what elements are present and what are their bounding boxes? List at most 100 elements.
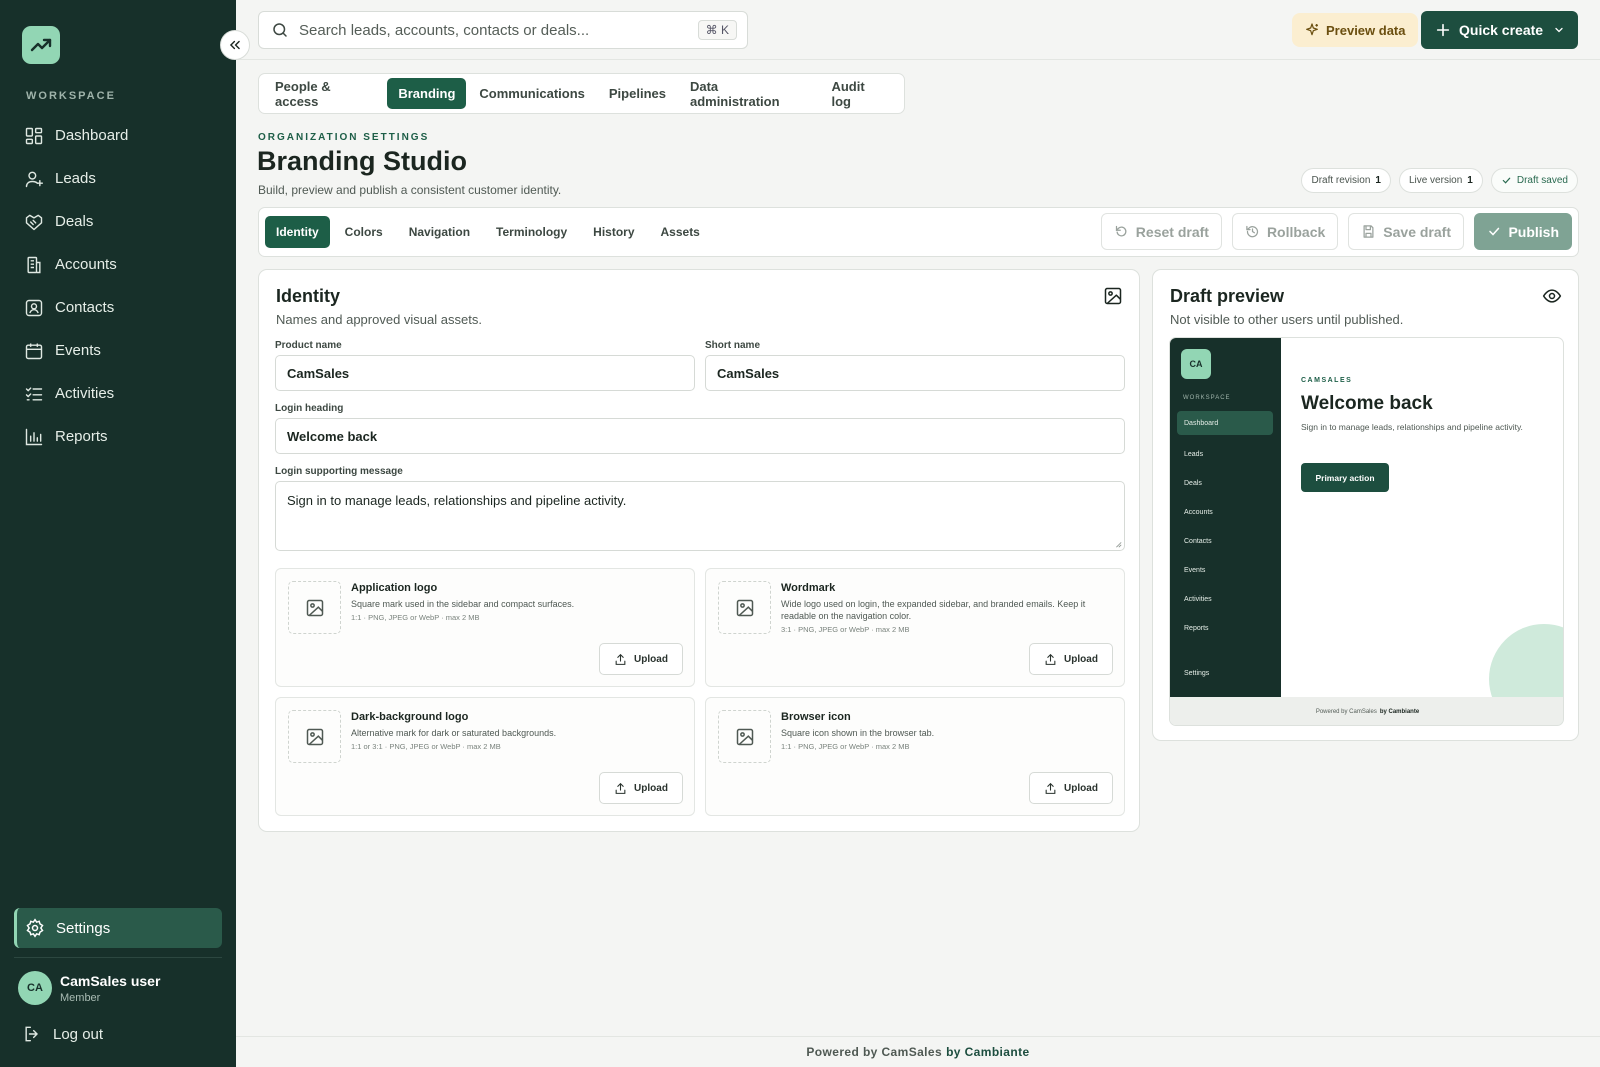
eye-icon[interactable] — [1542, 286, 1562, 306]
footer-brand[interactable]: by Cambiante — [946, 1045, 1030, 1059]
preview-primary-action: Primary action — [1301, 463, 1389, 492]
image-placeholder-icon — [306, 728, 323, 745]
subtab-assets[interactable]: Assets — [650, 216, 711, 248]
subtab-terminology[interactable]: Terminology — [485, 216, 578, 248]
history-icon — [1246, 225, 1259, 238]
upload-button[interactable]: Upload — [1029, 643, 1113, 675]
preview-data-button[interactable]: Preview data — [1292, 13, 1418, 47]
upload-label: Upload — [1064, 653, 1098, 665]
asset-description: Square mark used in the sidebar and comp… — [351, 599, 575, 609]
page-footer: Powered by CamSales by Cambiante — [236, 1036, 1600, 1067]
upload-button[interactable]: Upload — [1029, 772, 1113, 804]
upload-label: Upload — [634, 653, 668, 665]
asset-application-logo: Application logo Square mark used in the… — [275, 568, 695, 687]
sidebar-item-dashboard[interactable]: Dashboard — [14, 114, 222, 157]
upload-button[interactable]: Upload — [599, 643, 683, 675]
subtab-identity[interactable]: Identity — [265, 216, 330, 248]
sidebar-item-settings[interactable]: Settings — [14, 908, 222, 948]
asset-thumbnail — [288, 710, 341, 763]
tab-pipelines[interactable]: Pipelines — [598, 78, 677, 109]
sidebar-nav: Dashboard Leads Deals Accounts Contacts … — [14, 114, 222, 458]
sidebar-item-label: Dashboard — [55, 127, 129, 144]
sidebar-item-deals[interactable]: Deals — [14, 200, 222, 243]
tab-branding[interactable]: Branding — [387, 78, 467, 109]
preview-nav-item: Activities — [1184, 596, 1212, 603]
publish-label: Publish — [1508, 223, 1559, 240]
logout-button[interactable]: Log out — [22, 1024, 103, 1044]
gear-icon — [26, 918, 44, 938]
image-icon — [1104, 287, 1122, 305]
draft-revision-value: 1 — [1375, 175, 1381, 186]
draft-preview-card: Draft preview Not visible to other users… — [1152, 269, 1579, 741]
draft-revision-badge: Draft revision 1 — [1301, 168, 1391, 193]
resize-handle-icon[interactable] — [1114, 540, 1122, 548]
logout-label: Log out — [53, 1025, 104, 1043]
search-placeholder: Search leads, accounts, contacts or deal… — [299, 21, 590, 39]
subtab-colors[interactable]: Colors — [334, 216, 394, 248]
tab-communications[interactable]: Communications — [468, 78, 595, 109]
collapse-sidebar-button[interactable] — [220, 30, 250, 60]
search-shortcut: ⌘ K — [697, 20, 737, 40]
preview-workspace-label: WORKSPACE — [1183, 395, 1231, 401]
preview-nav-item: Events — [1184, 567, 1206, 574]
chevrons-left-icon — [229, 40, 240, 50]
check-icon — [1502, 177, 1511, 184]
subtab-navigation[interactable]: Navigation — [398, 216, 481, 248]
sidebar-item-label: Deals — [55, 213, 94, 230]
preview-heading: Welcome back — [1301, 393, 1433, 414]
identity-card: Identity Names and approved visual asset… — [258, 269, 1140, 832]
page-title: Branding Studio — [257, 146, 467, 176]
sidebar-item-accounts[interactable]: Accounts — [14, 243, 222, 286]
upload-button[interactable]: Upload — [599, 772, 683, 804]
asset-meta: 3:1 · PNG, JPEG or WebP · max 2 MB — [781, 625, 910, 634]
subtab-history[interactable]: History — [582, 216, 645, 248]
sidebar-item-activities[interactable]: Activities — [14, 372, 222, 415]
preview-nav: Dashboard Leads Deals Accounts Contacts … — [1177, 411, 1273, 643]
rollback-label: Rollback — [1266, 223, 1326, 240]
tab-data-administration[interactable]: Data administration — [679, 78, 819, 109]
user-profile[interactable]: CA CamSales user Member — [18, 971, 160, 1005]
sidebar-divider — [14, 957, 222, 958]
product-name-field[interactable]: CamSales — [275, 355, 695, 391]
search-input[interactable]: Search leads, accounts, contacts or deal… — [258, 11, 748, 49]
draft-saved-badge: Draft saved — [1490, 168, 1578, 193]
sidebar-item-reports[interactable]: Reports — [14, 415, 222, 458]
upload-icon — [615, 782, 626, 794]
save-draft-label: Save draft — [1383, 223, 1451, 240]
preview-message: Sign in to manage leads, relationships a… — [1301, 422, 1523, 432]
login-message-textarea[interactable]: Sign in to manage leads, relationships a… — [275, 481, 1125, 551]
app-logo[interactable] — [22, 26, 60, 64]
tab-audit-log[interactable]: Audit log — [820, 78, 897, 109]
sidebar-item-contacts[interactable]: Contacts — [14, 286, 222, 329]
rollback-button[interactable]: Rollback — [1231, 213, 1339, 250]
login-heading-field[interactable]: Welcome back — [275, 418, 1125, 454]
tab-people-access[interactable]: People & access — [264, 78, 385, 109]
draft-preview-subtitle: Not visible to other users until publish… — [1170, 312, 1404, 327]
quick-create-label: Quick create — [1459, 22, 1544, 38]
user-role: Member — [60, 991, 101, 1004]
user-name: CamSales user — [60, 972, 161, 989]
preview-data-label: Preview data — [1326, 22, 1406, 38]
calendar-icon — [25, 343, 43, 359]
asset-thumbnail — [718, 581, 771, 634]
asset-browser-icon: Browser icon Square icon shown in the br… — [705, 697, 1125, 816]
preview-kicker: CAMSALES — [1301, 377, 1353, 384]
sidebar-item-leads[interactable]: Leads — [14, 157, 222, 200]
sidebar-item-label: Accounts — [55, 256, 117, 273]
preview-settings: Settings — [1184, 670, 1210, 677]
sidebar-item-label: Reports — [55, 428, 108, 445]
short-name-label: Short name — [705, 340, 761, 351]
reset-draft-button[interactable]: Reset draft — [1100, 213, 1222, 250]
asset-wordmark: Wordmark Wide logo used on login, the ex… — [705, 568, 1125, 687]
short-name-field[interactable]: CamSales — [705, 355, 1125, 391]
trend-up-icon — [30, 38, 52, 52]
sidebar-item-events[interactable]: Events — [14, 329, 222, 372]
settings-tabs: People & access Branding Communications … — [258, 73, 905, 114]
upload-label: Upload — [634, 782, 668, 794]
building-icon — [27, 256, 41, 273]
quick-create-button[interactable]: Quick create — [1421, 11, 1578, 49]
preview-nav-item: Reports — [1184, 625, 1209, 632]
sidebar-item-label: Leads — [55, 170, 96, 187]
publish-button[interactable]: Publish — [1474, 213, 1572, 250]
save-draft-button[interactable]: Save draft — [1348, 213, 1464, 250]
